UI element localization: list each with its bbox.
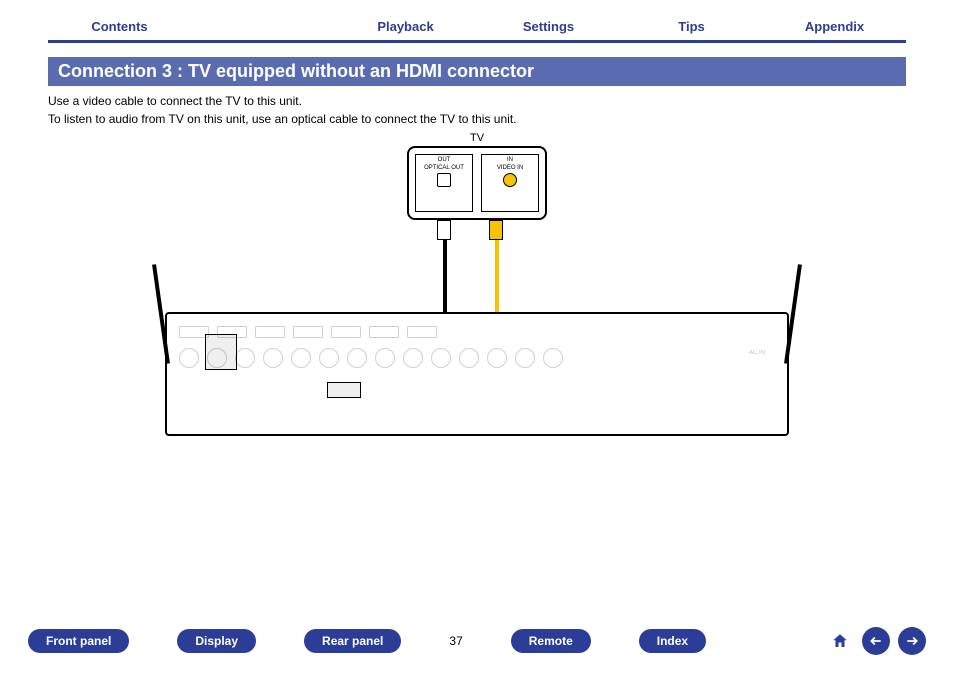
- pill-label: Display: [195, 634, 238, 648]
- tv-port-video-in: IN VIDEO IN: [481, 154, 539, 212]
- tab-label: Contents: [91, 19, 147, 34]
- antenna-right-icon: [784, 264, 802, 364]
- remote-button[interactable]: Remote: [511, 629, 591, 653]
- tab-tips[interactable]: Tips: [620, 12, 763, 40]
- connection-diagram: TV OUT OPTICAL OUT IN VIDEO IN: [142, 136, 812, 436]
- video-jack-icon: [503, 173, 517, 187]
- tv-port-in-header: IN: [507, 157, 513, 163]
- tab-label: Tips: [678, 19, 705, 34]
- video-plug-top-icon: [489, 220, 503, 240]
- tv-label: TV: [470, 132, 484, 144]
- next-page-icon[interactable]: [898, 627, 926, 655]
- tab-settings[interactable]: Settings: [477, 12, 620, 40]
- pill-label: Remote: [529, 634, 573, 648]
- receiver-faded-ports: [177, 324, 777, 424]
- tab-label: Settings: [523, 19, 574, 34]
- pill-label: Index: [657, 634, 688, 648]
- tab-appendix[interactable]: Appendix: [763, 12, 906, 40]
- tv-port-out-label: OPTICAL OUT: [424, 165, 464, 171]
- front-panel-button[interactable]: Front panel: [28, 629, 129, 653]
- display-button[interactable]: Display: [177, 629, 256, 653]
- bottom-nav: Front panel Display Rear panel 37 Remote…: [28, 627, 926, 655]
- tab-contents[interactable]: Contents: [48, 12, 191, 40]
- antenna-left-icon: [152, 264, 170, 364]
- rear-panel-button[interactable]: Rear panel: [304, 629, 401, 653]
- pill-label: Rear panel: [322, 634, 383, 648]
- tv-port-in-label: VIDEO IN: [497, 165, 523, 171]
- page-nav-icons: [826, 627, 926, 655]
- description: Use a video cable to connect the TV to t…: [48, 92, 906, 128]
- tv-port-out-header: OUT: [438, 157, 451, 163]
- tab-label: Appendix: [805, 19, 864, 34]
- prev-page-icon[interactable]: [862, 627, 890, 655]
- page-number: 37: [449, 634, 462, 648]
- section-heading: Connection 3 : TV equipped without an HD…: [48, 57, 906, 86]
- desc-line-1: Use a video cable to connect the TV to t…: [48, 92, 906, 110]
- home-icon[interactable]: [826, 627, 854, 655]
- top-nav-tabs: Contents Connections Playback Settings T…: [48, 12, 906, 43]
- optical-jack-icon: [437, 173, 451, 187]
- tv-port-optical-out: OUT OPTICAL OUT: [415, 154, 473, 212]
- desc-line-2: To listen to audio from TV on this unit,…: [48, 110, 906, 128]
- receiver-rear-panel: AC IN: [165, 312, 789, 436]
- tab-playback[interactable]: Playback: [334, 12, 477, 40]
- tab-label: Playback: [377, 19, 433, 34]
- pill-label: Front panel: [46, 634, 111, 648]
- index-button[interactable]: Index: [639, 629, 706, 653]
- tab-label: Connections: [223, 19, 302, 34]
- tab-connections[interactable]: Connections: [191, 12, 334, 40]
- tv-box: OUT OPTICAL OUT IN VIDEO IN: [407, 146, 547, 220]
- optical-plug-top-icon: [437, 220, 451, 240]
